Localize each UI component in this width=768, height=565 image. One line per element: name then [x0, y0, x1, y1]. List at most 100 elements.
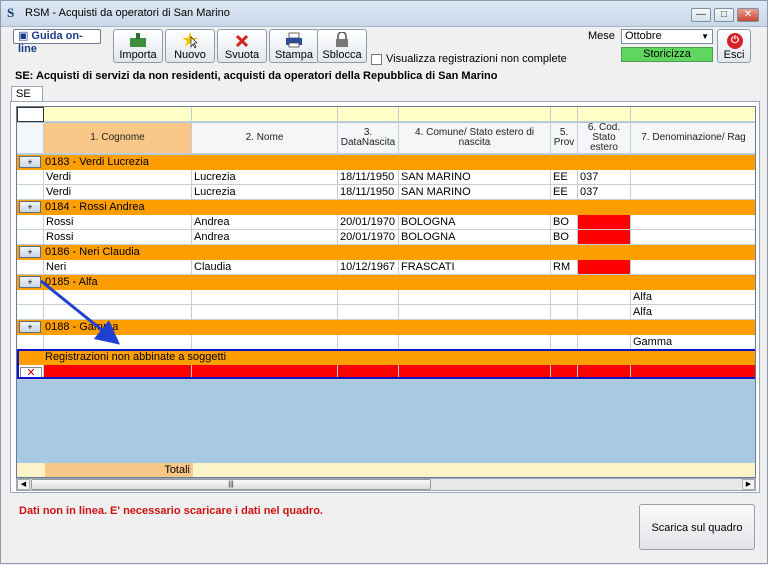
grid-cell[interactable]: Verdi [44, 170, 192, 185]
grid-cell[interactable] [578, 107, 631, 122]
grid-cell[interactable] [399, 305, 551, 320]
grid-cell[interactable] [399, 335, 551, 350]
grid-cell[interactable]: Claudia [192, 260, 338, 275]
grid-cell[interactable] [338, 290, 399, 305]
grid-cell[interactable]: SAN MARINO [399, 170, 551, 185]
grid-cell[interactable]: Alfa [631, 290, 755, 305]
grid-cell[interactable]: 037 [578, 185, 631, 200]
grid-cell[interactable] [338, 305, 399, 320]
grid-cell[interactable]: FRASCATI [399, 260, 551, 275]
grid-cell[interactable] [17, 123, 44, 154]
grid-cell[interactable] [17, 185, 44, 200]
expand-group-icon[interactable]: + [19, 246, 41, 258]
grid-cell[interactable] [44, 335, 192, 350]
grid-cell[interactable] [17, 230, 44, 245]
grid-cell[interactable]: BO [551, 215, 578, 230]
grid-cell[interactable]: Rossi [44, 215, 192, 230]
column-header[interactable]: 5. Prov [551, 123, 578, 154]
grid-cell[interactable] [44, 107, 192, 122]
grid-cell[interactable]: BOLOGNA [399, 215, 551, 230]
grid-cell[interactable] [192, 107, 338, 122]
grid-cell[interactable]: EE [551, 185, 578, 200]
group-row[interactable]: +0188 - Gamma [17, 320, 755, 335]
grid-cell[interactable] [578, 290, 631, 305]
grid-cell[interactable]: Andrea [192, 230, 338, 245]
scroll-left-icon[interactable]: ◀ [17, 479, 30, 490]
grid-cell[interactable] [338, 107, 399, 122]
grid-cell[interactable] [44, 290, 192, 305]
grid-cell[interactable] [551, 107, 578, 122]
nuovo-button[interactable]: Nuovo [165, 29, 215, 63]
non-complete-checkbox[interactable] [371, 54, 382, 65]
grid-cell[interactable] [192, 290, 338, 305]
grid-cell[interactable] [578, 305, 631, 320]
grid-cell[interactable] [578, 215, 631, 230]
grid-cell[interactable] [338, 335, 399, 350]
scroll-thumb[interactable]: ||| [31, 479, 431, 490]
grid-cell[interactable] [399, 290, 551, 305]
stampa-button[interactable]: Stampa [269, 29, 319, 63]
grid-cell[interactable] [399, 107, 551, 122]
grid-cell[interactable] [44, 305, 192, 320]
grid-cell[interactable]: 18/11/1950 [338, 170, 399, 185]
grid-cell[interactable] [631, 107, 755, 122]
group-row[interactable]: +0183 - Verdi Lucrezia [17, 155, 755, 170]
table-row[interactable]: Neri Claudia 10/12/1967 FRASCATI RM [17, 260, 755, 275]
grid-cell[interactable]: Gamma [631, 335, 755, 350]
guida-online-button[interactable]: ▣ Guida on-line [13, 29, 101, 55]
grid-cell[interactable] [631, 185, 755, 200]
group-row[interactable]: +0184 - Rossi Andrea [17, 200, 755, 215]
maximize-button[interactable]: □ [714, 8, 734, 22]
expand-group-icon[interactable]: + [19, 321, 41, 333]
tab-se[interactable]: SE [11, 86, 43, 102]
table-row[interactable]: Alfa [17, 305, 755, 320]
svuota-button[interactable]: Svuota [217, 29, 267, 63]
storicizza-button[interactable]: Storicizza [621, 47, 713, 62]
column-header[interactable]: 1. Cognome [44, 123, 192, 154]
scroll-right-icon[interactable]: ▶ [742, 479, 755, 490]
table-row[interactable]: Verdi Lucrezia 18/11/1950 SAN MARINO EE 037 [17, 170, 755, 185]
grid-cell[interactable]: 037 [578, 170, 631, 185]
column-header[interactable]: 4. Comune/ Stato estero di nascita [399, 123, 551, 154]
sblocca-button[interactable]: Sblocca [317, 29, 367, 63]
table-row[interactable]: Alfa [17, 290, 755, 305]
expand-group-icon[interactable]: + [19, 156, 41, 168]
grid-cell[interactable] [631, 215, 755, 230]
grid-cell[interactable] [192, 305, 338, 320]
grid-cell[interactable] [17, 170, 44, 185]
grid-cell[interactable]: BOLOGNA [399, 230, 551, 245]
grid-cell[interactable] [17, 290, 44, 305]
horizontal-scrollbar[interactable]: ◀ ||| ▶ [16, 478, 756, 491]
grid-cell[interactable]: Verdi [44, 185, 192, 200]
grid-cell[interactable] [192, 335, 338, 350]
expand-group-icon[interactable]: + [19, 201, 41, 213]
grid-cell[interactable]: Lucrezia [192, 185, 338, 200]
grid-cell[interactable]: Alfa [631, 305, 755, 320]
grid-cell[interactable] [17, 335, 44, 350]
grid-cell[interactable]: Rossi [44, 230, 192, 245]
mese-select[interactable]: Ottobre ▼ [621, 29, 713, 44]
grid-cell[interactable]: BO [551, 230, 578, 245]
column-header[interactable]: 7. Denominazione/ Rag [631, 123, 755, 154]
grid-cell[interactable] [17, 305, 44, 320]
grid-cell[interactable] [551, 335, 578, 350]
grid-cell[interactable] [17, 260, 44, 275]
grid-cell[interactable]: Andrea [192, 215, 338, 230]
scarica-button[interactable]: Scarica sul quadro [639, 504, 755, 550]
column-header[interactable]: 6. Cod. Stato estero [578, 123, 631, 154]
grid-cell[interactable] [631, 260, 755, 275]
group-row[interactable]: +0186 - Neri Claudia [17, 245, 755, 260]
grid-cell[interactable]: Lucrezia [192, 170, 338, 185]
grid-cell[interactable] [578, 260, 631, 275]
grid-cell[interactable] [17, 215, 44, 230]
grid-cell[interactable] [578, 230, 631, 245]
grid-cell[interactable]: EE [551, 170, 578, 185]
grid-cell[interactable] [551, 290, 578, 305]
close-window-button[interactable]: ✕ [737, 8, 759, 22]
group-row[interactable]: +0185 - Alfa [17, 275, 755, 290]
table-row[interactable]: Rossi Andrea 20/01/1970 BOLOGNA BO [17, 215, 755, 230]
grid-cell[interactable]: 20/01/1970 [338, 230, 399, 245]
grid-cell[interactable]: SAN MARINO [399, 185, 551, 200]
grid-cell[interactable] [631, 170, 755, 185]
table-row[interactable]: Verdi Lucrezia 18/11/1950 SAN MARINO EE 037 [17, 185, 755, 200]
